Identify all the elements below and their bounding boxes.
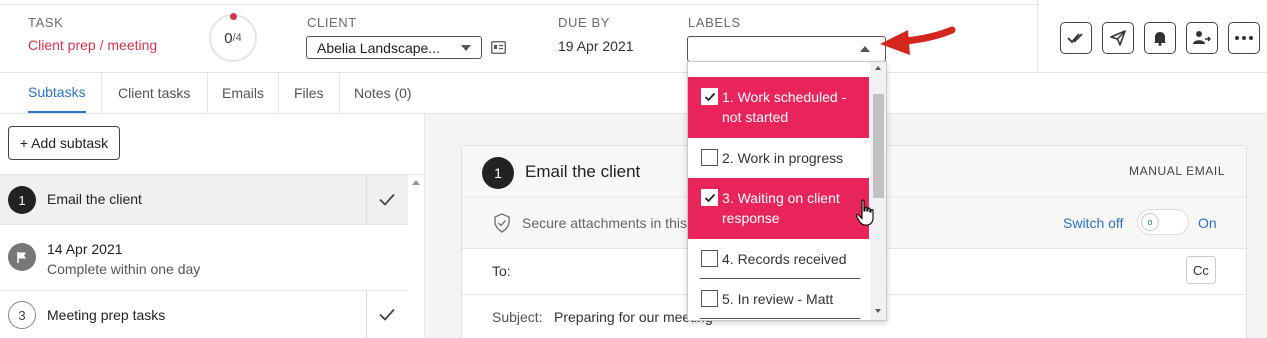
checkbox-unchecked[interactable] xyxy=(701,250,718,267)
switch-off-link[interactable]: Switch off xyxy=(1063,215,1123,231)
due-label: DUE BY xyxy=(558,15,611,30)
tab-emails[interactable]: Emails xyxy=(222,73,264,113)
notifications-button[interactable] xyxy=(1144,22,1176,54)
email-step-title: Email the client xyxy=(525,162,641,181)
scroll-up-arrow-icon[interactable] xyxy=(412,180,420,185)
more-options-button[interactable] xyxy=(1228,22,1260,54)
annotation-arrow-icon xyxy=(880,26,956,55)
client-value: Abelia Landscape... xyxy=(317,39,440,56)
switch-on-label: On xyxy=(1198,215,1217,231)
bell-icon xyxy=(1154,32,1166,46)
tab-divider xyxy=(101,73,102,113)
label-option-4[interactable]: 4. Records received xyxy=(688,239,869,279)
progress-total: /4 xyxy=(232,32,242,44)
step-number: 1 xyxy=(482,157,514,189)
label-option-3[interactable]: 3. Waiting on client response xyxy=(688,178,869,239)
label-option-5[interactable]: 5. In review - Matt xyxy=(688,280,869,320)
tab-divider xyxy=(339,73,340,113)
mark-complete-button[interactable] xyxy=(1060,22,1092,54)
task-name[interactable]: Client prep / meeting xyxy=(28,37,157,53)
labels-select[interactable] xyxy=(687,36,886,62)
secure-attachments-text: Secure attachments in this xyxy=(522,215,687,231)
label-option-text: 1. Work scheduled - not started xyxy=(722,89,847,125)
scroll-up-icon[interactable] xyxy=(875,66,881,70)
checkbox-checked[interactable] xyxy=(701,88,718,105)
subtask-row[interactable]: 1 Email the client xyxy=(0,175,408,224)
tab-files[interactable]: Files xyxy=(294,73,324,113)
labels-label: LABELS xyxy=(688,15,741,30)
tab-divider xyxy=(207,73,208,113)
assign-user-button[interactable] xyxy=(1186,22,1218,54)
row-divider xyxy=(366,291,367,338)
checkmark-icon[interactable] xyxy=(379,193,395,206)
subtask-date: 14 Apr 2021 xyxy=(47,241,123,257)
subtask-description: Complete within one day xyxy=(47,261,201,277)
cc-button[interactable]: Cc xyxy=(1186,256,1216,284)
scroll-down-icon[interactable] xyxy=(875,309,881,313)
label-option-text: 3. Waiting on client response xyxy=(722,190,840,226)
email-type-label: MANUAL EMAIL xyxy=(1129,164,1226,178)
label-option-text: 4. Records received xyxy=(722,251,847,267)
subtask-title: Meeting prep tasks xyxy=(47,307,166,323)
user-transfer-icon xyxy=(1193,31,1211,44)
task-label: TASK xyxy=(28,15,64,30)
label-option-text: 5. In review - Matt xyxy=(722,291,834,307)
subtask-number: 1 xyxy=(8,186,36,214)
hand-cursor-icon xyxy=(855,199,874,226)
chevron-down-icon xyxy=(461,45,471,51)
flag-badge xyxy=(8,243,36,271)
tab-client-tasks[interactable]: Client tasks xyxy=(118,73,190,113)
more-dots-icon xyxy=(1235,36,1253,40)
subject-label: Subject: xyxy=(492,309,543,325)
toggle-knob: o xyxy=(1141,213,1159,231)
send-icon xyxy=(1110,30,1126,46)
subtask-row[interactable]: 14 Apr 2021 Complete within one day xyxy=(0,225,408,290)
flag-icon xyxy=(17,251,26,263)
dropdown-scrollbar[interactable] xyxy=(870,62,886,320)
checkmark-icon[interactable] xyxy=(379,308,395,321)
row-divider xyxy=(366,175,367,224)
progress-done: 0 xyxy=(224,29,233,47)
chevron-up-icon xyxy=(860,46,870,52)
subtask-title: Email the client xyxy=(47,191,142,207)
send-button[interactable] xyxy=(1102,22,1134,54)
client-select[interactable]: Abelia Landscape... xyxy=(306,36,482,59)
secure-attachments-toggle[interactable]: o xyxy=(1137,209,1189,235)
contact-card-icon[interactable] xyxy=(491,41,506,59)
due-date[interactable]: 19 Apr 2021 xyxy=(558,38,634,54)
check-icon xyxy=(704,92,715,101)
checkbox-checked[interactable] xyxy=(701,189,718,206)
tab-subtasks[interactable]: Subtasks xyxy=(28,73,86,113)
progress-indicator-dot xyxy=(230,13,237,20)
labels-dropdown: 1. Work scheduled - not started 2. Work … xyxy=(687,61,887,321)
label-option-2[interactable]: 2. Work in progress xyxy=(688,138,869,178)
progress-ring: 0/4 xyxy=(209,14,257,62)
checkbox-unchecked[interactable] xyxy=(701,149,718,166)
scroll-thumb[interactable] xyxy=(873,94,884,198)
label-option-text: 2. Work in progress xyxy=(722,150,844,166)
checkbox-unchecked[interactable] xyxy=(701,290,718,307)
header-divider xyxy=(1037,0,1038,72)
tab-divider xyxy=(278,73,279,113)
subtask-number: 3 xyxy=(8,301,36,329)
subtask-row[interactable]: 3 Meeting prep tasks xyxy=(0,291,408,338)
check-icon xyxy=(704,193,715,202)
double-check-icon xyxy=(1067,33,1083,44)
label-option-1[interactable]: 1. Work scheduled - not started xyxy=(688,77,869,138)
add-subtask-button[interactable]: + Add subtask xyxy=(8,126,120,160)
option-separator xyxy=(700,278,860,279)
tab-notes[interactable]: Notes (0) xyxy=(354,73,412,113)
to-label: To: xyxy=(492,263,511,279)
top-divider xyxy=(0,4,1037,5)
shield-check-icon xyxy=(494,213,510,233)
client-label: CLIENT xyxy=(307,15,357,30)
option-separator xyxy=(700,318,860,319)
